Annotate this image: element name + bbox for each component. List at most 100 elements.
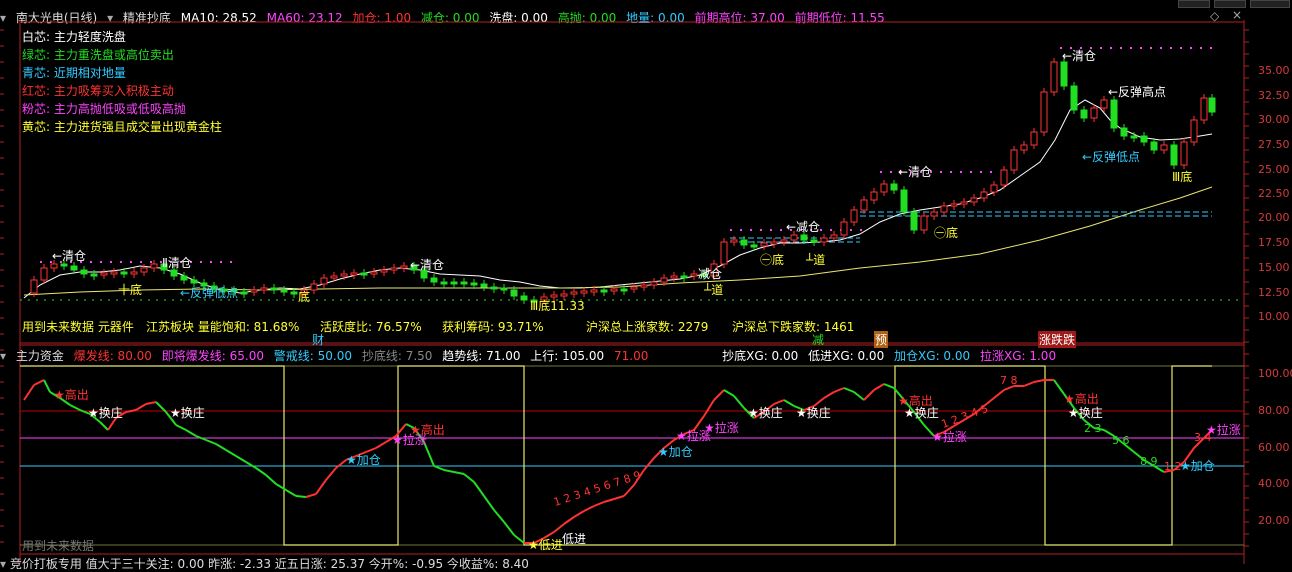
candle-body[interactable]	[260, 287, 268, 291]
candle-body[interactable]	[60, 263, 68, 267]
candle-body[interactable]	[990, 184, 998, 193]
candle-body[interactable]	[470, 282, 478, 286]
candle-body[interactable]	[130, 271, 138, 275]
candlestick-group[interactable]	[30, 58, 1216, 306]
candle-body[interactable]	[630, 286, 638, 290]
candle-body[interactable]	[850, 209, 858, 223]
candle-body[interactable]	[720, 241, 728, 265]
candle-body[interactable]	[1070, 85, 1078, 111]
bottom-dropdown-icon[interactable]: ▾	[0, 557, 6, 571]
candle-body[interactable]	[450, 281, 458, 285]
candle-body[interactable]	[280, 289, 288, 293]
candle-body[interactable]	[880, 183, 888, 193]
candle-body[interactable]	[600, 289, 608, 293]
candle-body[interactable]	[110, 271, 118, 275]
candle-body[interactable]	[970, 197, 978, 203]
candle-body[interactable]	[440, 281, 448, 285]
candle-body[interactable]	[820, 237, 828, 243]
candle-body[interactable]	[320, 277, 328, 285]
candle-body[interactable]	[490, 286, 498, 290]
candle-body[interactable]	[870, 191, 878, 201]
candle-body[interactable]	[980, 191, 988, 199]
candle-body[interactable]	[950, 203, 958, 207]
candle-body[interactable]	[590, 289, 598, 293]
candle-body[interactable]	[30, 279, 38, 294]
candle-body[interactable]	[910, 211, 918, 231]
candle-body[interactable]	[640, 284, 648, 288]
candle-body[interactable]	[1000, 169, 1008, 186]
candle-body[interactable]	[380, 269, 388, 273]
chart-canvas[interactable]	[0, 0, 1292, 564]
candle-body[interactable]	[90, 273, 98, 277]
candle-body[interactable]	[100, 272, 108, 276]
candle-body[interactable]	[240, 291, 248, 295]
lower-indicator-name[interactable]: 主力资金	[16, 349, 64, 363]
candle-body[interactable]	[350, 272, 358, 276]
candle-body[interactable]	[460, 281, 468, 285]
candle-body[interactable]	[340, 273, 348, 277]
candle-body[interactable]	[510, 289, 518, 297]
candle-body[interactable]	[860, 199, 868, 211]
candle-body[interactable]	[1010, 149, 1018, 171]
candle-body[interactable]	[290, 291, 298, 295]
candle-body[interactable]	[740, 239, 748, 246]
candle-body[interactable]	[390, 267, 398, 271]
bottom-indicator-text[interactable]: 竞价打板专用 值大于三十关注: 0.00 昨涨: -2.33 近五日涨: 25.…	[10, 557, 529, 571]
candle-body[interactable]	[70, 265, 78, 271]
candle-body[interactable]	[1200, 97, 1208, 121]
candle-body[interactable]	[670, 275, 678, 279]
candle-body[interactable]	[310, 283, 318, 291]
candle-body[interactable]	[560, 293, 568, 297]
candle-body[interactable]	[570, 291, 578, 295]
candle-body[interactable]	[190, 279, 198, 284]
candle-body[interactable]	[1120, 127, 1128, 137]
candle-body[interactable]	[890, 183, 898, 191]
candle-body[interactable]	[250, 289, 258, 293]
candle-body[interactable]	[1040, 91, 1048, 133]
lower-dropdown-icon[interactable]: ▾	[0, 349, 6, 363]
candle-body[interactable]	[1208, 97, 1216, 113]
candle-body[interactable]	[1030, 131, 1038, 146]
candle-body[interactable]	[360, 272, 368, 276]
candle-body[interactable]	[690, 273, 698, 277]
candle-body[interactable]	[790, 234, 798, 241]
candle-body[interactable]	[680, 275, 688, 279]
candle-body[interactable]	[940, 205, 948, 213]
candle-body[interactable]	[1170, 144, 1178, 166]
candle-body[interactable]	[760, 242, 768, 247]
candle-body[interactable]	[770, 241, 778, 245]
candle-body[interactable]	[580, 290, 588, 294]
candle-body[interactable]	[1100, 99, 1108, 109]
candle-body[interactable]	[140, 267, 148, 273]
candle-body[interactable]	[270, 287, 278, 291]
candle-body[interactable]	[620, 288, 628, 292]
candle-body[interactable]	[370, 271, 378, 275]
candle-body[interactable]	[120, 271, 128, 275]
candle-body[interactable]	[780, 239, 788, 243]
candle-body[interactable]	[610, 288, 618, 292]
candle-body[interactable]	[520, 295, 528, 301]
candle-body[interactable]	[80, 269, 88, 275]
candle-body[interactable]	[650, 281, 658, 286]
candle-body[interactable]	[1020, 144, 1028, 151]
candle-body[interactable]	[330, 275, 338, 279]
candle-body[interactable]	[50, 263, 58, 269]
candle-body[interactable]	[1050, 61, 1058, 93]
candle-body[interactable]	[430, 277, 438, 283]
candle-body[interactable]	[660, 277, 668, 283]
candle-body[interactable]	[920, 215, 928, 231]
candle-body[interactable]	[1180, 141, 1188, 166]
candle-body[interactable]	[500, 287, 508, 291]
candle-body[interactable]	[1130, 135, 1138, 139]
candle-body[interactable]	[400, 265, 408, 269]
candle-body[interactable]	[40, 267, 48, 281]
candle-body[interactable]	[960, 201, 968, 205]
candle-body[interactable]	[1060, 61, 1068, 87]
candle-body[interactable]	[180, 275, 188, 281]
candle-body[interactable]	[930, 211, 938, 217]
candle-body[interactable]	[1090, 107, 1098, 119]
candle-body[interactable]	[150, 263, 158, 269]
candle-body[interactable]	[1190, 119, 1198, 143]
candle-body[interactable]	[810, 239, 818, 243]
candle-body[interactable]	[750, 244, 758, 248]
